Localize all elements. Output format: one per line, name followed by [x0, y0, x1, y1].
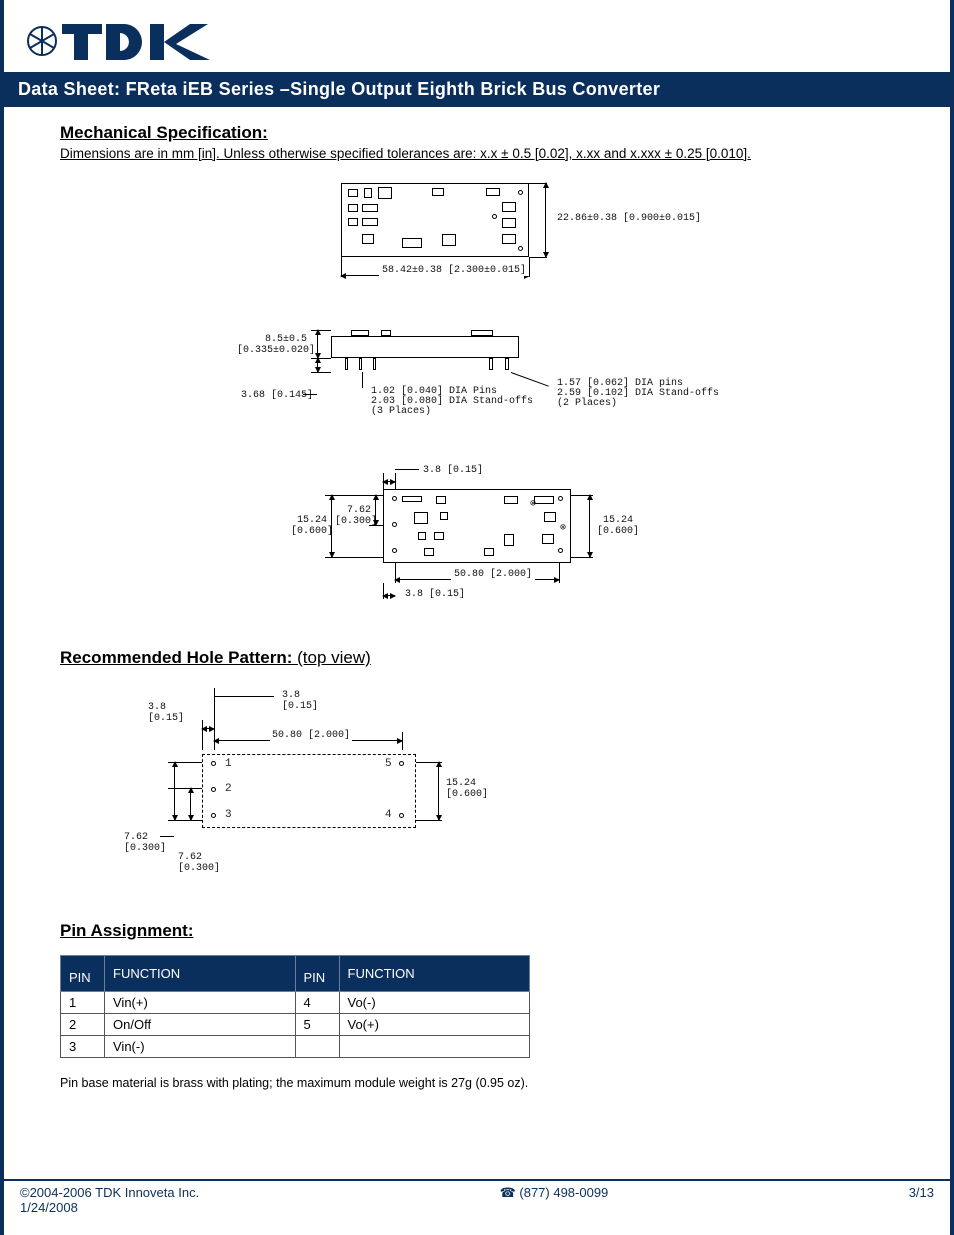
side-note-left-3: (3 Places) [371, 406, 431, 417]
dim-top-width: 58.42±0.38 [2.300±0.015] [379, 265, 529, 276]
th-func-1: FUNCTION [105, 956, 296, 992]
mechanical-diagram-bottom: ⊗ ⊗ 3.8 [0.15] 7.62 [0.300] 15.24 [0.600… [60, 453, 902, 630]
pin-note: Pin base material is brass with plating;… [60, 1076, 902, 1090]
th-pin-1: PIN [61, 956, 105, 992]
table-row: 1 Vin(+) 4 Vo(-) [61, 992, 530, 1014]
hole-pin-2: 2 [225, 783, 232, 795]
recommended-hole-heading: Recommended Hole Pattern: (top view) [60, 648, 902, 668]
dim-bottom-1524l: 15.24 [0.600] [291, 515, 327, 537]
dim-side-height: 8.5±0.5 [0.335±0.020] [237, 334, 307, 356]
hole-762b: 7.62 [0.300] [178, 852, 220, 874]
dim-bottom-5080: 50.80 [2.000] [451, 569, 535, 580]
hole-38b: 3.8 [0.15] [282, 690, 318, 712]
page-footer: ©2004-2006 TDK Innoveta Inc. 1/24/2008 ☎… [0, 1179, 954, 1215]
th-func-2: FUNCTION [339, 956, 530, 992]
rec-head-text: Recommended Hole Pattern: [60, 648, 292, 667]
side-note-right-3: (2 Places) [557, 398, 617, 409]
dim-bottom-edge-bot: 3.8 [0.15] [405, 589, 465, 600]
footer-copyright: ©2004-2006 TDK Innoveta Inc. [20, 1185, 199, 1200]
hole-pin-1: 1 [225, 758, 232, 770]
mechanical-diagram-top: 22.86±0.38 [0.900±0.015] 58.42±0.38 [2.3… [60, 171, 902, 308]
hole-pin-3: 3 [225, 809, 232, 821]
hole-pin-4: 4 [385, 809, 392, 821]
hole-38a: 3.8 [0.15] [148, 702, 184, 724]
table-row: 2 On/Off 5 Vo(+) [61, 1014, 530, 1036]
hole-pin-5: 5 [385, 758, 392, 770]
table-row: 3 Vin(-) [61, 1036, 530, 1058]
dim-bottom-edge-top: 3.8 [0.15] [423, 465, 483, 476]
mechanical-spec-subtext: Dimensions are in mm [in]. Unless otherw… [60, 146, 902, 161]
hole-pattern-diagram: 3.8 [0.15] 3.8 [0.15] 50.80 [2.000] 1 2 … [120, 678, 902, 895]
hole-5080: 50.80 [2.000] [270, 730, 352, 741]
rec-head-paren: (top view) [297, 648, 371, 667]
pin-assignment-heading: Pin Assignment: [60, 921, 902, 941]
dim-bottom-762: 7.62 [0.300] [335, 505, 371, 527]
phone-icon: ☎ [500, 1185, 516, 1200]
pin-assignment-table: PIN FUNCTION PIN FUNCTION 1 Vin(+) 4 Vo(… [60, 955, 530, 1058]
mechanical-diagram-side: 8.5±0.5 [0.335±0.020] 3.68 [0.145] 1.02 … [60, 322, 902, 439]
brand-logo [4, 0, 950, 72]
document-title-bar: Data Sheet: FReta iEB Series –Single Out… [4, 72, 950, 107]
footer-date: 1/24/2008 [20, 1200, 199, 1215]
footer-page: 3/13 [909, 1185, 934, 1200]
th-pin-2: PIN [295, 956, 339, 992]
dim-side-pin: 3.68 [0.145] [241, 390, 313, 401]
dim-bottom-1524r: 15.24 [0.600] [597, 515, 639, 537]
hole-1524: 15.24 [0.600] [446, 778, 488, 800]
document-title: Data Sheet: FReta iEB Series –Single Out… [18, 79, 660, 99]
mechanical-spec-heading: Mechanical Specification: [60, 123, 902, 143]
dim-top-height: 22.86±0.38 [0.900±0.015] [557, 213, 701, 224]
footer-phone: (877) 498-0099 [519, 1185, 608, 1200]
